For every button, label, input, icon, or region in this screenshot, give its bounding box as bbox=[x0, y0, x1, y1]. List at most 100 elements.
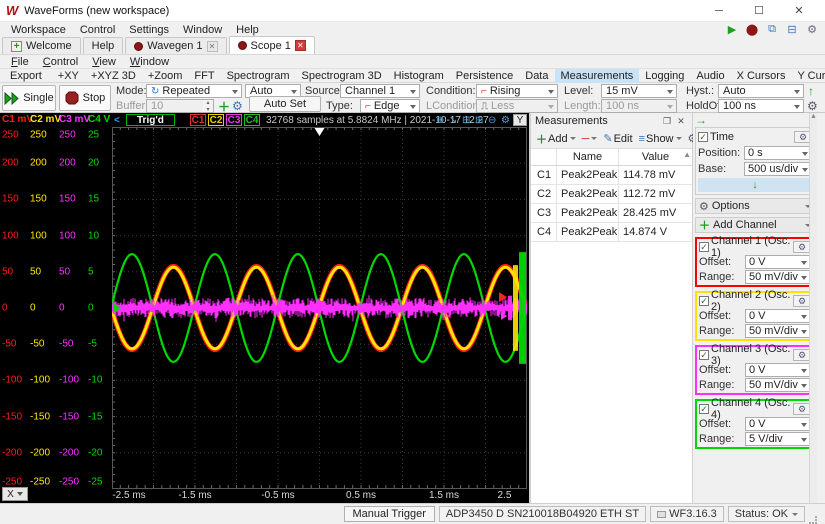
mode-select[interactable]: ↻ Repeated bbox=[146, 84, 242, 98]
waveform-plot[interactable] bbox=[112, 127, 527, 489]
buffer-stepper[interactable]: ▴ ▾ bbox=[203, 99, 214, 113]
instrument-menu-window[interactable]: Window bbox=[123, 56, 176, 68]
collapse-panel-icon[interactable]: → bbox=[695, 114, 707, 126]
close-tab-icon[interactable]: ✕ bbox=[294, 40, 306, 51]
buffer-input[interactable]: 10 bbox=[146, 99, 204, 113]
view-tab--xyz-3d[interactable]: +XYZ 3D bbox=[85, 69, 142, 83]
offset-select[interactable]: 0 V bbox=[745, 416, 811, 431]
add-instrument-icon[interactable]: + bbox=[11, 40, 22, 52]
table-row[interactable]: C3 Peak2Peak 28.425 mV bbox=[531, 204, 692, 223]
view-tab-x-cursors[interactable]: X Cursors bbox=[731, 69, 792, 83]
lcondition-select[interactable]: ⎍ Less bbox=[476, 99, 558, 113]
trigger-settings-icon[interactable]: ⚙ bbox=[807, 99, 818, 113]
float-panel-icon[interactable]: ❐ bbox=[660, 116, 674, 127]
view-tab-export[interactable]: Export bbox=[4, 69, 48, 83]
level-up-icon[interactable]: ↑ bbox=[808, 84, 814, 98]
close-panel-icon[interactable]: ✕ bbox=[674, 116, 688, 127]
channel-toggle-c2[interactable]: C2 bbox=[208, 114, 224, 126]
fit-height-icon[interactable]: ⊟ bbox=[462, 114, 470, 126]
remove-measurement-button[interactable]: ─ bbox=[580, 131, 600, 147]
channel-checkbox[interactable]: ✓ bbox=[699, 241, 709, 252]
condition-select[interactable]: ⌐ Rising bbox=[476, 84, 558, 98]
offset-select[interactable]: 0 V bbox=[745, 362, 811, 377]
menu-workspace[interactable]: Workspace bbox=[4, 24, 73, 36]
source-select[interactable]: Channel 1 bbox=[340, 84, 420, 98]
run-icon[interactable]: ▶ bbox=[723, 23, 741, 37]
instrument-menu-file[interactable]: File bbox=[4, 56, 36, 68]
range-select[interactable]: 5 V/div bbox=[745, 431, 811, 446]
x-axis-button[interactable]: X bbox=[2, 487, 28, 501]
menu-control[interactable]: Control bbox=[73, 24, 122, 36]
menu-window[interactable]: Window bbox=[176, 24, 229, 36]
settings-icon[interactable]: ⚙ bbox=[803, 23, 821, 37]
tab-welcome[interactable]: + Welcome bbox=[2, 37, 81, 54]
stop-button[interactable]: Stop bbox=[59, 85, 111, 111]
offset-select[interactable]: 0 V bbox=[745, 308, 811, 323]
channel-checkbox[interactable]: ✓ bbox=[699, 295, 709, 306]
view-tab-y-cursors[interactable]: Y Cursors bbox=[791, 69, 825, 83]
status-indicator[interactable]: Status: OK bbox=[727, 506, 805, 522]
y-axis-button[interactable]: Y bbox=[513, 114, 527, 126]
channel-toggle-c3[interactable]: C3 bbox=[226, 114, 242, 126]
minimize-button[interactable]: ─ bbox=[699, 1, 739, 21]
table-row[interactable]: C2 Peak2Peak 112.72 mV bbox=[531, 185, 692, 204]
close-button[interactable]: ✕ bbox=[779, 1, 819, 21]
view-tab--zoom[interactable]: +Zoom bbox=[142, 69, 189, 83]
edit-measurement-button[interactable]: ✎ Edit bbox=[601, 131, 634, 147]
record-icon[interactable]: ⬤ bbox=[743, 23, 761, 37]
length-select[interactable]: 100 ns bbox=[601, 99, 677, 113]
plot-settings-icon[interactable]: ⚙ bbox=[501, 114, 510, 126]
history-back-icon[interactable]: < bbox=[114, 114, 120, 126]
manual-trigger-button[interactable]: Manual Trigger bbox=[343, 506, 435, 522]
options-button[interactable]: ⚙ Options bbox=[695, 198, 815, 214]
view-tab-histogram[interactable]: Histogram bbox=[388, 69, 450, 83]
buffer-add-icon[interactable]: ＋ bbox=[218, 99, 230, 114]
channel-toggle-c1[interactable]: C1 bbox=[190, 114, 206, 126]
scroll-up-icon[interactable]: ▲ bbox=[683, 150, 691, 159]
cascade-windows-icon[interactable]: ⧉ bbox=[763, 23, 781, 37]
range-select[interactable]: 50 mV/div bbox=[745, 323, 811, 338]
view-tab-measurements[interactable]: Measurements bbox=[554, 68, 640, 83]
position-select[interactable]: 0 s bbox=[744, 146, 812, 160]
base-select[interactable]: 500 us/div bbox=[744, 162, 812, 176]
resize-grip[interactable] bbox=[809, 516, 817, 524]
channel-checkbox[interactable]: ✓ bbox=[699, 349, 709, 360]
view-tab-spectrogram-3d[interactable]: Spectrogram 3D bbox=[296, 69, 388, 83]
holdoff-select[interactable]: 100 ns bbox=[718, 99, 804, 113]
view-tab--xy[interactable]: +XY bbox=[52, 69, 85, 83]
range-select[interactable]: 50 mV/div bbox=[745, 377, 811, 392]
table-row[interactable]: C4 Peak2Peak 14.874 V bbox=[531, 223, 692, 242]
tab-help[interactable]: Help bbox=[82, 37, 124, 54]
close-tab-icon[interactable]: ✕ bbox=[206, 40, 218, 52]
maximize-button[interactable]: ☐ bbox=[739, 1, 779, 21]
show-measurement-button[interactable]: ≡ Show bbox=[637, 131, 684, 147]
add-channel-button[interactable]: ＋ Add Channel bbox=[695, 217, 815, 233]
zoom-in-icon[interactable]: ⊕ bbox=[436, 114, 444, 126]
scan-settings-icon[interactable]: ⚙ bbox=[232, 99, 243, 113]
single-button[interactable]: Single bbox=[2, 85, 56, 111]
type-select[interactable]: ⌐ Edge bbox=[360, 99, 420, 113]
instrument-menu-view[interactable]: View bbox=[85, 56, 123, 68]
zoom-out-icon[interactable]: ⊖ bbox=[488, 114, 496, 126]
hyst-select[interactable]: Auto bbox=[718, 84, 804, 98]
time-adjust-bar[interactable]: ↓ bbox=[698, 178, 812, 192]
view-tab-fft[interactable]: FFT bbox=[188, 69, 220, 83]
panel-scrollbar[interactable]: ▲ bbox=[809, 113, 817, 503]
menu-settings[interactable]: Settings bbox=[122, 24, 176, 36]
tab-scope-1[interactable]: Scope 1 ✕ bbox=[228, 36, 315, 54]
time-checkbox[interactable]: ✓ bbox=[698, 132, 708, 142]
fit-width-icon[interactable]: ⊞ bbox=[475, 114, 483, 126]
view-tab-logging[interactable]: Logging bbox=[639, 69, 690, 83]
view-tab-persistence[interactable]: Persistence bbox=[450, 69, 519, 83]
range-select[interactable]: 50 mV/div bbox=[745, 269, 811, 284]
instrument-menu-control[interactable]: Control bbox=[36, 56, 85, 68]
tab-wavegen-1[interactable]: Wavegen 1 ✕ bbox=[125, 37, 227, 54]
view-tab-data[interactable]: Data bbox=[519, 69, 554, 83]
table-row[interactable]: C1 Peak2Peak 114.78 mV bbox=[531, 166, 692, 185]
tile-windows-icon[interactable]: ⊟ bbox=[783, 23, 801, 37]
view-tab-audio[interactable]: Audio bbox=[690, 69, 730, 83]
add-measurement-button[interactable]: ＋ Add bbox=[534, 131, 578, 147]
measurements-table[interactable]: ▲ Name Value C1 Peak2Peak 114.78 mV C2 Peak2Pe… bbox=[531, 149, 692, 503]
menu-help[interactable]: Help bbox=[229, 24, 266, 36]
offset-select[interactable]: 0 V bbox=[745, 254, 811, 269]
